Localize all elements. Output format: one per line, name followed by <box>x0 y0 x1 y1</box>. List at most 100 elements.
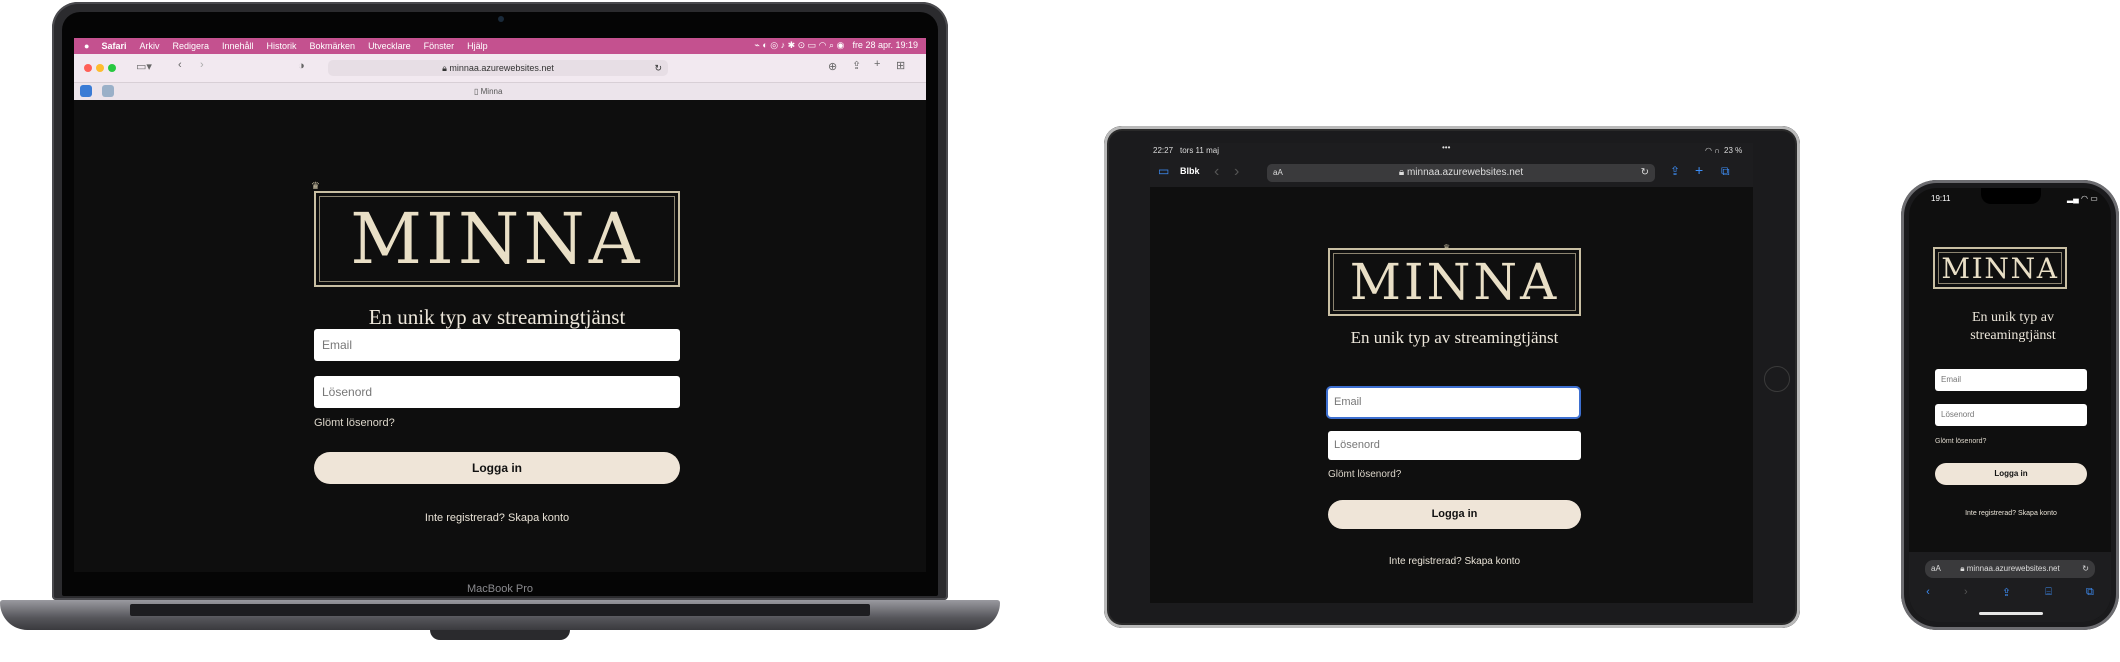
ipad-screen: 22:27 tors 11 maj ••• ◠ ∩ 23 % ▭ Blbk ‹ … <box>1150 143 1753 603</box>
sidebar-icon[interactable]: ▭▾ <box>136 60 152 73</box>
tagline: En unik typ av streamingtjänst <box>368 305 626 329</box>
reload-icon[interactable]: ↻ <box>2082 560 2089 578</box>
create-account-link[interactable]: Skapa konto <box>2018 510 2057 517</box>
wifi-icon: ◠ ∩ <box>1705 146 1720 155</box>
text-size-button[interactable]: aA <box>1931 560 1941 578</box>
favicon-icon: ▯ <box>474 87 479 96</box>
home-indicator <box>1979 612 2043 615</box>
create-account-link[interactable]: Skapa konto <box>508 512 569 524</box>
tagline: En unik typ av streamingtjänst <box>1350 328 1559 347</box>
back-icon[interactable]: ‹ <box>1926 586 1930 599</box>
reload-icon[interactable]: ↻ <box>1641 164 1649 182</box>
multitask-dots-icon[interactable]: ••• <box>1442 143 1450 152</box>
iphone-notch <box>1981 188 2041 204</box>
password-field[interactable]: Lösenord <box>1935 404 2087 426</box>
create-account-link[interactable]: Skapa konto <box>1465 556 1521 567</box>
forgot-password-link[interactable]: Glömt lösenord? <box>1328 469 1401 480</box>
back-icon[interactable]: ‹ <box>1214 163 1219 181</box>
address-bar[interactable]: 🔒︎ minnaa.azurewebsites.net ↻ <box>328 60 668 76</box>
ipad-date: tors 11 maj <box>1180 146 1219 155</box>
pinned-tab-icon-2[interactable] <box>102 85 114 97</box>
sidebar-icon[interactable]: ▭ <box>1158 164 1169 178</box>
text-size-button[interactable]: aA <box>1273 164 1283 182</box>
tab-overview-icon[interactable]: ⊞ <box>896 59 905 72</box>
safari-toolbar: ▭▾ ‹ › ◑ 🔒︎ minnaa.azurewebsites.net ↻ ⊕… <box>74 54 926 83</box>
tab-bar: ▯ Minna <box>74 83 926 100</box>
forgot-password-link[interactable]: Glömt lösenord? <box>314 417 395 429</box>
menu-redigera[interactable]: Redigera <box>172 41 209 51</box>
share-icon[interactable]: ⇪ <box>852 59 861 72</box>
bookmarks-label[interactable]: Blbk <box>1180 166 1200 176</box>
download-icon[interactable]: ⊕ <box>828 60 837 73</box>
address-text: minnaa.azurewebsites.net <box>449 63 554 73</box>
menu-safari[interactable]: Safari <box>101 41 126 51</box>
ipad-address-text: minnaa.azurewebsites.net <box>1406 167 1524 178</box>
menubar-clock[interactable]: fre 28 apr. 19:19 <box>852 40 918 51</box>
menu-historik[interactable]: Historik <box>267 41 297 51</box>
ipad-status-bar: 22:27 tors 11 maj ••• ◠ ∩ 23 % <box>1150 143 1753 159</box>
register-note: Inte registrerad? Skapa konto <box>1328 556 1581 567</box>
menu-bokmarken[interactable]: Bokmärken <box>310 41 356 51</box>
iphone-screen: 19:11 ▂▄ ◠ ▭ MINNA En unik typ av stream… <box>1909 188 2111 622</box>
login-button[interactable]: Logga in <box>1328 500 1581 529</box>
forward-icon[interactable]: › <box>200 59 204 71</box>
login-button[interactable]: Logga in <box>314 452 680 484</box>
forward-icon[interactable]: › <box>1234 163 1239 181</box>
pinned-tab-icon[interactable] <box>80 85 92 97</box>
privacy-shield-icon[interactable]: ◑ <box>298 60 305 72</box>
forgot-password-link[interactable]: Glömt lösenord? <box>1935 438 1986 445</box>
new-tab-icon[interactable]: + <box>1695 162 1703 178</box>
menu-arkiv[interactable]: Arkiv <box>139 41 159 51</box>
email-field[interactable]: Email <box>314 329 680 361</box>
macbook-screen: ● Safari Arkiv Redigera Innehåll Histori… <box>74 38 926 572</box>
tabs-icon[interactable]: ⧉ <box>1721 164 1730 179</box>
tab-title: Minna <box>480 87 503 96</box>
password-placeholder: Lösenord <box>1334 439 1380 451</box>
password-field[interactable]: Lösenord <box>314 376 680 408</box>
not-registered-text: Inte registrerad? <box>424 512 505 524</box>
not-registered-text: Inte registrerad? <box>1388 556 1462 567</box>
email-placeholder: Email <box>322 338 353 352</box>
zoom-window-button[interactable] <box>108 64 116 72</box>
share-icon[interactable]: ⇪ <box>1670 164 1680 178</box>
password-field[interactable]: Lösenord <box>1328 431 1581 460</box>
new-tab-icon[interactable]: + <box>874 58 880 70</box>
iphone-address-text: minnaa.azurewebsites.net <box>1966 564 2060 573</box>
email-field[interactable]: Email <box>1935 369 2087 391</box>
menu-utvecklare[interactable]: Utvecklare <box>368 41 411 51</box>
email-field[interactable]: Email <box>1328 388 1579 417</box>
share-icon[interactable]: ⇪ <box>2002 586 2011 599</box>
menu-innehall[interactable]: Innehåll <box>222 41 254 51</box>
macbook-brand-label: MacBook Pro <box>466 583 534 595</box>
password-placeholder: Lösenord <box>322 385 373 399</box>
back-icon[interactable]: ‹ <box>178 59 182 71</box>
forward-icon[interactable]: › <box>1964 586 1968 599</box>
iphone-address-bar[interactable]: aA 🔒︎ minnaa.azurewebsites.net ↻ <box>1925 560 2095 578</box>
reload-icon[interactable]: ↻ <box>654 60 662 76</box>
minimize-window-button[interactable] <box>96 64 104 72</box>
login-button[interactable]: Logga in <box>1935 463 2087 485</box>
tab-minna[interactable]: ▯ Minna <box>474 87 502 96</box>
macbook-opening-notch <box>430 630 570 640</box>
lock-icon: 🔒︎ <box>1398 167 1405 178</box>
mac-menubar: ● Safari Arkiv Redigera Innehåll Histori… <box>74 38 926 54</box>
email-placeholder: Email <box>1334 396 1362 408</box>
minna-logo: MINNA <box>314 191 680 287</box>
not-registered-text: Inte registrerad? <box>1965 510 2017 517</box>
menu-hjalp[interactable]: Hjälp <box>467 41 488 51</box>
macbook-keyboard-edge <box>130 604 870 616</box>
bookmarks-icon[interactable]: ⌸ <box>2045 586 2052 599</box>
status-icons[interactable]: ⌁ ◐ ◎ ♪ ✱ ⊙ ▭ ◠ ⌕ ◉ <box>754 40 844 51</box>
close-window-button[interactable] <box>84 64 92 72</box>
tabs-icon[interactable]: ⧉ <box>2086 586 2094 599</box>
ipad-safari-toolbar: ▭ Blbk ‹ › aA 🔒︎ minnaa.azurewebsites.ne… <box>1150 159 1753 187</box>
apple-icon[interactable]: ● <box>84 41 89 51</box>
ipad-address-bar[interactable]: aA 🔒︎ minnaa.azurewebsites.net ↻ <box>1267 164 1655 182</box>
lock-icon: 🔒︎ <box>442 63 447 73</box>
lock-icon: 🔒︎ <box>1960 564 1965 573</box>
minna-logo: MINNA <box>1328 248 1581 316</box>
tagline: En unik typ av streamingtjänst <box>1970 310 2056 343</box>
iphone-time: 19:11 <box>1931 194 1951 203</box>
minna-logo: MINNA <box>1933 247 2067 289</box>
menu-fonster[interactable]: Fönster <box>424 41 455 51</box>
